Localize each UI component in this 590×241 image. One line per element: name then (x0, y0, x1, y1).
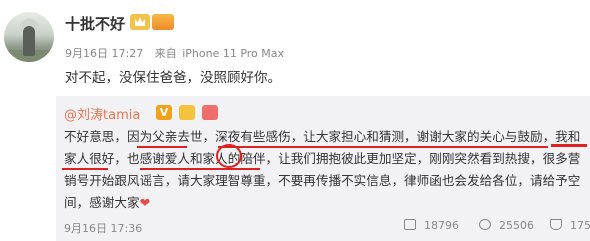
post-meta: 9月16日 17:27 来自 iPhone 11 Pro Max (65, 45, 292, 61)
repost-line-4: 间，感谢大家❤ (64, 192, 590, 214)
post-device: iPhone 11 Pro Max (182, 47, 285, 60)
avatar[interactable] (4, 12, 54, 62)
annotation-underline (137, 146, 187, 148)
post-text: 对不起，没保住爸爸，没照顾好你。 (65, 70, 281, 86)
repost-line-4-text: 间，感谢大家 (64, 195, 140, 210)
repost-button[interactable]: 18796 (404, 219, 459, 232)
comment-icon (479, 219, 491, 230)
repost-badges: V (156, 105, 220, 124)
verified-badge-icon: V (156, 105, 172, 120)
repost-time[interactable]: 9月16日 17:36 (64, 220, 142, 236)
crown-badge-icon (179, 105, 196, 120)
member-badge-icon (202, 105, 219, 120)
crown-badge-icon (130, 14, 150, 30)
repost-line-1: 不好意思，因为父亲去世，深夜有些感伤，让大家担心和猜测，谢谢大家的关心与鼓励，我… (64, 129, 581, 144)
annotation-underline (140, 168, 260, 170)
comment-button[interactable]: 25506 (479, 219, 534, 232)
annotation-underline (551, 144, 587, 147)
post-time[interactable]: 9月16日 17:27 (65, 47, 143, 60)
comment-count: 25506 (499, 219, 534, 232)
heart-icon: ❤ (139, 195, 151, 210)
repost-icon (404, 219, 416, 230)
annotation-underline (62, 168, 108, 170)
avatar-figure (23, 26, 35, 56)
vip-badge-icon (152, 14, 174, 30)
like-icon (550, 219, 562, 230)
annotation-circle (216, 144, 242, 168)
repost-count: 18796 (424, 219, 459, 232)
repost-author[interactable]: @刘涛tamia (64, 104, 140, 123)
repost-card[interactable]: @刘涛tamia V 不好意思，因为父亲去世，深夜有些感伤，让大家担心和猜测，谢… (56, 96, 590, 241)
like-count: 175270 (570, 219, 590, 232)
post-author[interactable]: 十批不好 (65, 13, 125, 34)
repost-line-2: 家人很好，也感谢爱人和家人的陪伴，让我们拥抱彼此更加坚定，刚刚突然看到热搜，很多… (64, 151, 581, 166)
post-source-prefix: 来自 (154, 47, 177, 60)
annotation-underline (218, 146, 548, 148)
repost-text: 不好意思，因为父亲去世，深夜有些感伤，让大家担心和猜测，谢谢大家的关心与鼓励，我… (64, 126, 590, 214)
like-button[interactable]: 175270 (550, 219, 590, 232)
repost-line-3: 销号开始跟风谣言，请大家理智尊重，不要再传播不实信息，律师函也会发给各位，请给予… (64, 173, 581, 188)
